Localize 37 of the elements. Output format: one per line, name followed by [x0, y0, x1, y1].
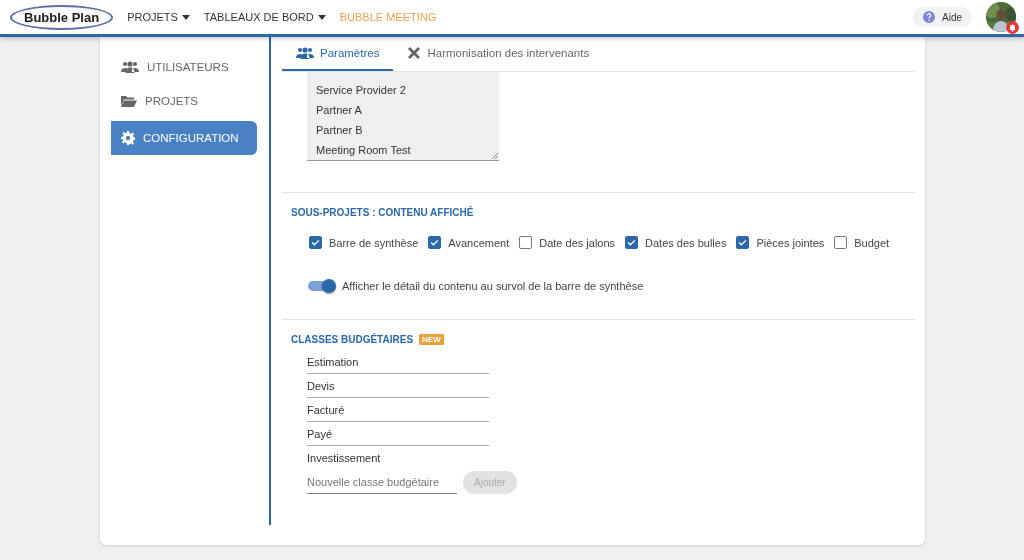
checkbox[interactable]: Date des jalons — [519, 236, 616, 249]
help-button[interactable]: Aide — [913, 7, 972, 27]
sidebar-item[interactable]: UTILISATEURS — [111, 53, 257, 81]
sidebar-item[interactable]: PROJETS — [111, 87, 257, 115]
budget-class-field[interactable]: Investissement — [307, 447, 489, 469]
new-badge: NEW — [419, 334, 444, 345]
checkbox[interactable]: Barre de synthèse — [309, 236, 419, 249]
settings-icon — [121, 131, 135, 145]
tab[interactable]: Harmonisation des intervenants — [393, 37, 604, 71]
users-icon — [121, 61, 139, 73]
budget-class-field[interactable]: Estimation — [307, 351, 489, 374]
list-item[interactable]: Partner B — [307, 120, 499, 140]
new-class-field[interactable]: Nouvelle classe budgétaire — [307, 471, 457, 494]
toggle-label: Afficher le détail du contenu au survol de la barre de synthèse — [342, 280, 644, 292]
list-item[interactable]: Partner A — [307, 100, 499, 120]
users-icon — [296, 47, 314, 59]
budget-class-field[interactable]: Facturé — [307, 399, 489, 422]
folder-icon — [121, 95, 137, 107]
checkbox[interactable]: Avancement — [428, 236, 510, 249]
participant-listbox[interactable]: Service Provider 2 Partner A Partner B Meeting Room Test — [307, 72, 499, 161]
budget-class-field[interactable]: Payé — [307, 423, 489, 446]
section-title: CLASSES BUDGÉTAIRES — [291, 334, 414, 345]
toggle-switch[interactable] — [308, 279, 336, 293]
budget-class-field[interactable]: Devis — [307, 375, 489, 398]
sidebar-item[interactable]: CONFIGURATION — [111, 121, 257, 155]
logo[interactable]: Bubble Plan — [10, 4, 114, 30]
checkbox[interactable]: Dates des bulles — [625, 236, 727, 249]
resize-grip-icon[interactable] — [492, 153, 498, 159]
help-icon — [923, 11, 935, 23]
section-title: SOUS-PROJETS : CONTENU AFFICHÉ — [291, 207, 475, 218]
nav-menu-item[interactable]: TABLEAUX DE BORD — [203, 11, 326, 23]
list-item[interactable]: Meeting Room Test — [307, 140, 499, 160]
bell-icon[interactable] — [1006, 21, 1019, 34]
checkbox[interactable]: Pièces jointes — [736, 236, 825, 249]
nav-menu-item[interactable]: PROJETS — [127, 11, 190, 23]
checkbox[interactable]: Budget — [834, 236, 890, 249]
list-item[interactable]: Service Provider 2 — [307, 80, 499, 100]
